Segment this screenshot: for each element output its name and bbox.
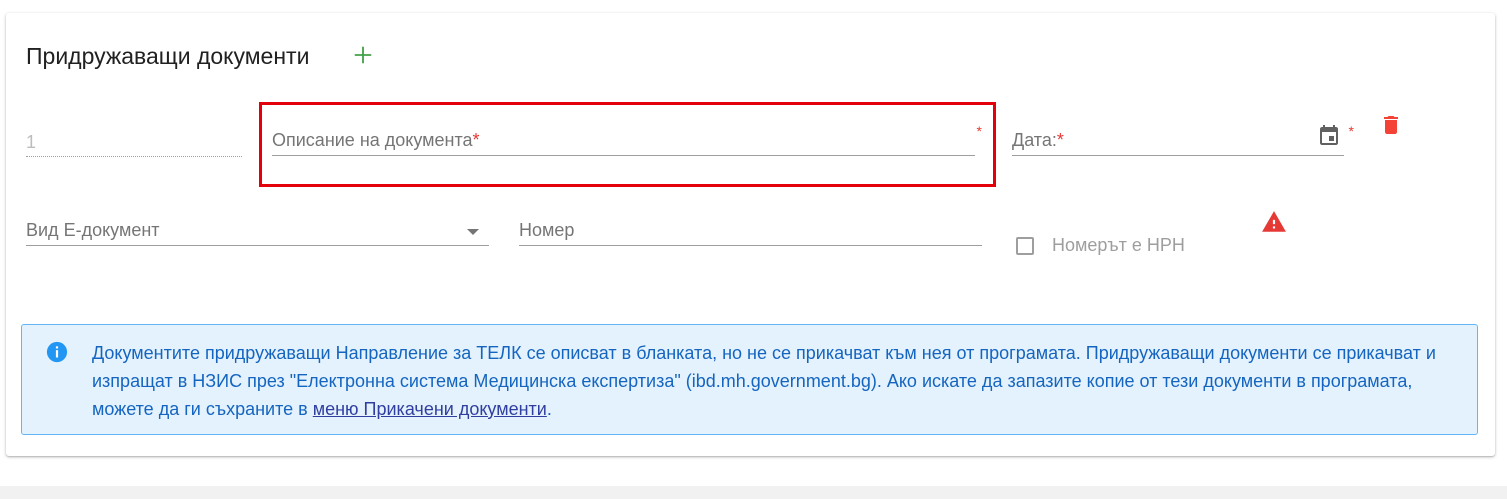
edoc-type-select[interactable]: Вид Е-документ — [26, 217, 489, 246]
accompanying-documents-card: Придружаващи документи 1 Описание на док… — [6, 13, 1495, 456]
info-icon — [46, 341, 68, 363]
required-mark: * — [472, 130, 480, 150]
add-icon[interactable] — [352, 44, 374, 66]
info-alert: Документите придружаващи Направление за … — [21, 324, 1478, 435]
info-text-main: Документите придружаващи Направление за … — [92, 343, 1436, 419]
section-title: Придружаващи документи — [26, 43, 310, 69]
description-field[interactable]: Описание на документа* * — [272, 123, 982, 156]
date-placeholder: Дата: — [1012, 130, 1057, 150]
chevron-down-icon — [467, 229, 479, 235]
attached-documents-link[interactable]: меню Прикачени документи — [313, 399, 547, 419]
description-placeholder: Описание на документа — [272, 130, 473, 150]
date-field[interactable]: Дата:* * — [1012, 123, 1354, 156]
required-mark: * — [1348, 123, 1354, 139]
warning-icon — [1262, 211, 1286, 232]
required-mark: * — [976, 123, 982, 139]
bottom-strip — [0, 486, 1507, 499]
trash-icon[interactable] — [1379, 112, 1403, 138]
info-text-end: . — [546, 399, 552, 419]
nrn-checkbox-label: Номерът е НРН — [1052, 235, 1185, 255]
required-mark: * — [1056, 130, 1064, 150]
edoc-type-placeholder: Вид Е-документ — [26, 220, 160, 240]
number-field[interactable]: Номер — [519, 217, 982, 246]
row-number: 1 — [26, 132, 242, 157]
nrn-checkbox[interactable] — [1016, 237, 1034, 255]
info-text: Документите придружаващи Направление за … — [92, 339, 1462, 423]
number-placeholder: Номер — [519, 220, 575, 240]
calendar-icon[interactable] — [1317, 123, 1341, 147]
